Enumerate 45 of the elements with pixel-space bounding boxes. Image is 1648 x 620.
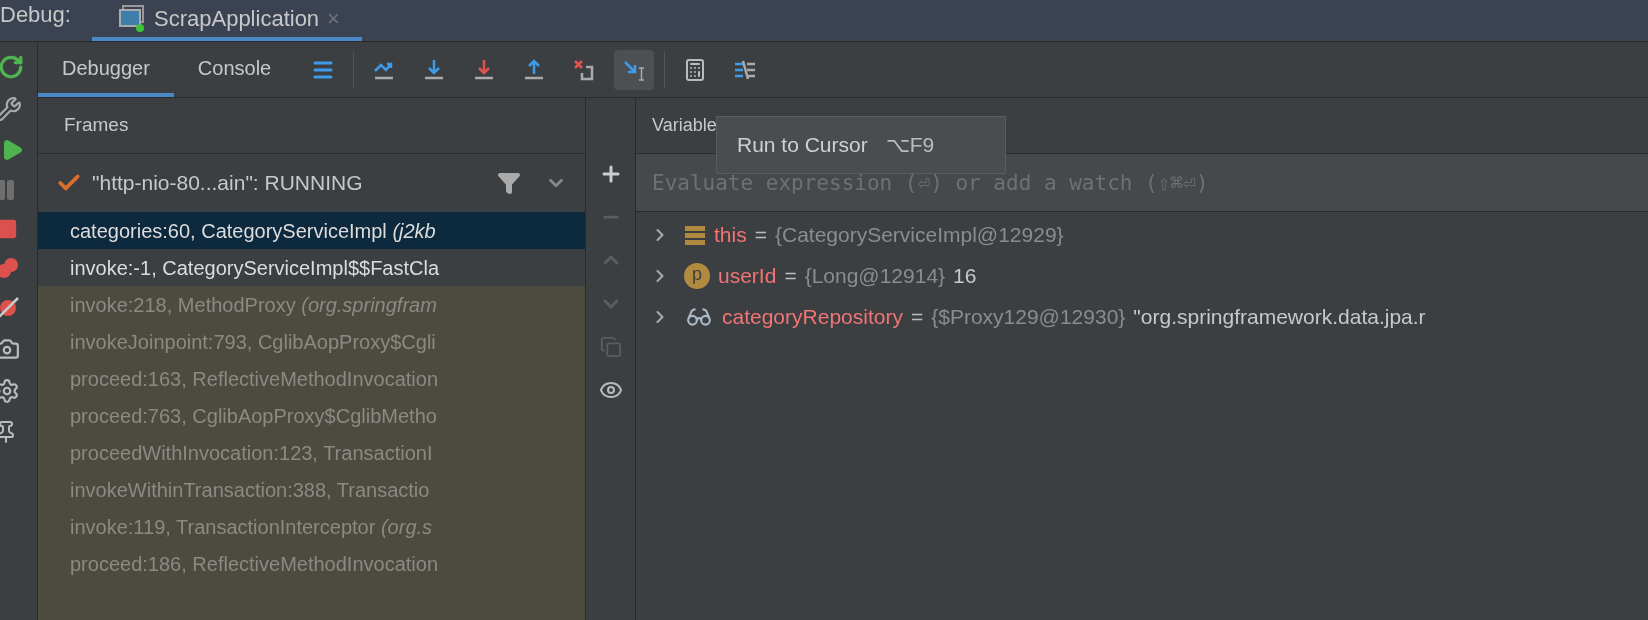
variable-value-text: "org.springframework.data.jpa.r	[1133, 303, 1426, 330]
frame-label: invoke:-1, CategoryServiceImpl$$FastCla	[70, 255, 440, 281]
thread-label: "http-nio-80...ain": RUNNING	[92, 170, 363, 197]
settings-icon[interactable]	[0, 378, 20, 404]
toolbar-button[interactable]	[614, 49, 655, 90]
variable-value: {Long@12914}	[804, 262, 946, 289]
close-tab-button[interactable]: ×	[327, 1, 340, 35]
variable-value: {$Proxy129@12930}	[931, 303, 1126, 330]
frame-label: invokeWithinTransaction:388, Transactio	[70, 477, 430, 503]
field-icon	[684, 223, 706, 246]
tab-label: ScrapApplication	[154, 4, 320, 33]
equals-sign: =	[910, 303, 924, 330]
primitive-badge: p	[684, 262, 710, 289]
window-title: Debug:	[0, 1, 72, 29]
rerun-icon[interactable]	[0, 54, 24, 80]
frame-label: invoke:218, MethodProxy (org.springfram	[70, 292, 437, 318]
variable-value: {CategoryServiceImpl@12929}	[774, 221, 1064, 248]
variable-name: this	[714, 221, 747, 248]
frame-label: invokeJoinpoint:793, CglibAopProxy$Cgli	[70, 329, 436, 355]
run-tab[interactable]: ScrapApplication ×	[92, 0, 362, 41]
application-window-icon	[118, 4, 146, 32]
frame-label: categories:60, CategoryServiceImpl (j2kb	[70, 218, 436, 244]
toolbar-tab[interactable]: Debugger	[38, 42, 174, 97]
variables-header: Variable	[652, 114, 717, 137]
frame-label: proceed:763, CglibAopProxy$CglibMetho	[70, 403, 437, 429]
thread-selector[interactable]: "http-nio-80...ain": RUNNING	[38, 154, 585, 212]
variable-name: userId	[718, 262, 777, 289]
mute-breakpoints-icon[interactable]	[0, 296, 20, 320]
stop-icon[interactable]	[0, 218, 18, 240]
frame-label: invoke:119, TransactionInterceptor (org.s	[70, 514, 433, 540]
frame-label: proceed:186, ReflectiveMethodInvocation	[70, 551, 438, 577]
toolbar-tab[interactable]: Console	[173, 42, 296, 97]
breakpoints-icon[interactable]	[0, 256, 20, 280]
variable-value-text: 16	[953, 262, 977, 289]
filter-icon[interactable]	[497, 171, 521, 195]
camera-icon[interactable]	[0, 336, 20, 362]
frame-row[interactable]: invoke:-1, CategoryServiceImpl$$FastCla	[38, 249, 585, 286]
variable-name: categoryRepository	[722, 303, 903, 330]
frame-label: proceedWithInvocation:123, TransactionI	[70, 440, 433, 466]
equals-sign: =	[784, 262, 797, 289]
frame-row[interactable]: categories:60, CategoryServiceImpl (j2kb	[38, 212, 585, 249]
equals-sign: =	[754, 221, 767, 248]
frames-header: Frames	[64, 113, 129, 138]
frame-label: proceed:163, ReflectiveMethodInvocation	[70, 366, 438, 392]
wrench-icon[interactable]	[0, 96, 22, 122]
